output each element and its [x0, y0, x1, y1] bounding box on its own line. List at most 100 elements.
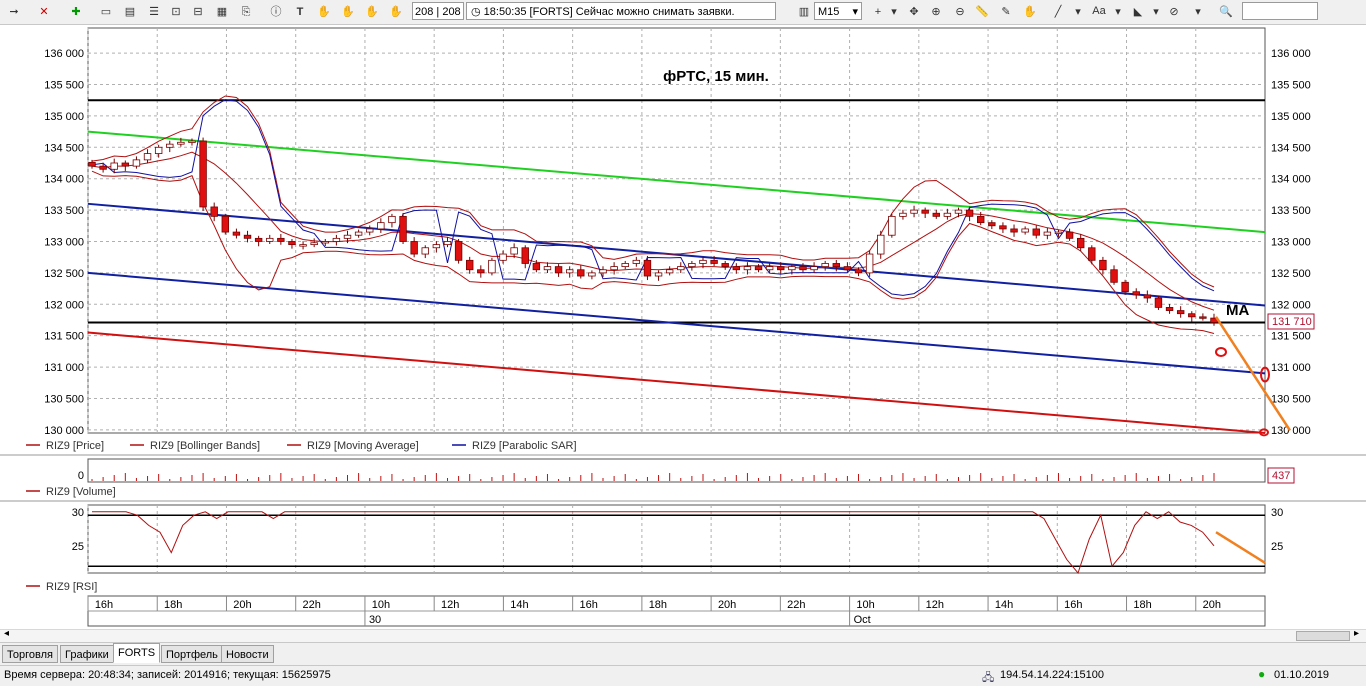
candle-body — [288, 241, 296, 246]
sell-icon[interactable]: ✋ — [362, 2, 382, 22]
fill-icon[interactable]: ◣ — [1128, 2, 1148, 22]
zoom-window-icon[interactable]: ⊡ — [166, 2, 186, 22]
table-icon[interactable]: ▦ — [212, 2, 232, 22]
time-tick-label: 16h — [579, 599, 597, 611]
horizontal-scrollbar[interactable]: ◂ ▸ — [0, 628, 1366, 642]
candle-body — [688, 263, 696, 268]
time-tick-label: 14h — [995, 599, 1013, 611]
price-tick-left: 130 500 — [44, 393, 84, 405]
candle-body — [410, 241, 418, 255]
candle-body — [243, 234, 252, 239]
zoom-out-icon[interactable]: ⊖ — [950, 2, 970, 22]
candle-body — [710, 259, 718, 264]
volume-value-label: 437 — [1272, 470, 1290, 482]
candle-body — [1165, 307, 1174, 311]
price-tick-left: 136 000 — [44, 48, 84, 60]
candle-body — [777, 266, 785, 271]
candle-body — [588, 272, 596, 277]
price-tick-right: 132 000 — [1271, 299, 1311, 311]
candle-body — [443, 241, 452, 246]
candle-body — [754, 266, 763, 271]
chevron-down-icon[interactable]: ▾ — [1108, 2, 1128, 22]
search-input[interactable] — [1242, 2, 1318, 20]
candle-body — [132, 159, 141, 167]
tab-charts[interactable]: Графики — [60, 645, 114, 663]
time-tick-label: 16h — [1064, 599, 1082, 611]
text-tool-icon[interactable]: T — [290, 2, 310, 22]
line-tool-icon[interactable]: ╱ — [1048, 2, 1068, 22]
candle-body — [1043, 231, 1052, 236]
visibility-icon[interactable]: ⊘ — [1164, 2, 1184, 22]
candle-body — [110, 162, 118, 170]
tab-news[interactable]: Новости — [221, 645, 274, 663]
pencil-icon[interactable]: ✎ — [996, 2, 1016, 22]
chart-svg[interactable]: 136 000 136 000 135 500 135 500 135 000 135 0… — [0, 25, 1366, 629]
tab-portfolio[interactable]: Портфель — [161, 645, 223, 663]
zoom-in-icon[interactable]: ⊕ — [926, 2, 946, 22]
hand-pan-icon[interactable]: ✋ — [1020, 2, 1040, 22]
info-icon[interactable]: ⓘ — [266, 2, 286, 22]
rsi-tick-right: 30 — [1271, 507, 1283, 519]
price-tick-right: 135 000 — [1271, 111, 1311, 123]
candle-body — [321, 241, 329, 244]
scroll-thumb[interactable] — [1296, 631, 1350, 641]
volume-tick: 0 — [78, 470, 84, 482]
chevron-down-icon[interactable]: ▾ — [884, 2, 904, 22]
hand-icon[interactable]: ✋ — [314, 2, 334, 22]
candle-body — [266, 237, 274, 242]
chevron-down-icon[interactable]: ▾ — [1146, 2, 1166, 22]
chart-type-icon[interactable]: ▥ — [794, 2, 814, 22]
candle-body — [177, 141, 185, 145]
time-tick-label: 16h — [95, 599, 113, 611]
tab-forts[interactable]: FORTS — [113, 643, 161, 663]
candle-body — [299, 244, 307, 247]
price-tick-left: 133 500 — [44, 205, 84, 217]
candle-body — [888, 215, 896, 236]
list-icon[interactable]: ☰ — [144, 2, 164, 22]
candle-body — [343, 234, 352, 239]
candle-body — [1076, 237, 1085, 249]
cancel-order-icon[interactable]: ✋ — [386, 2, 406, 22]
time-tick-label: 22h — [303, 599, 321, 611]
price-tick-left: 133 000 — [44, 236, 84, 248]
candle-body — [488, 259, 496, 274]
candle-body — [554, 266, 563, 274]
timeframe-select[interactable]: M15 ▾ — [814, 2, 862, 20]
time-tick-label: 10h — [856, 599, 874, 611]
magnify-window-icon[interactable]: ⊟ — [188, 2, 208, 22]
candle-body — [854, 269, 863, 274]
candle-body — [466, 259, 474, 271]
server-status-text: Время сервера: 20:48:34; записей: 201491… — [4, 669, 331, 681]
arrow-icon[interactable]: ➞ — [4, 2, 24, 22]
scroll-left-icon[interactable]: ◂ — [4, 628, 9, 639]
candle-body — [899, 212, 907, 217]
price-tick-left: 132 500 — [44, 268, 84, 280]
candle-body — [821, 263, 829, 268]
delete-icon[interactable]: ✕ — [34, 2, 54, 22]
time-tick-label: 20h — [233, 599, 251, 611]
export-icon[interactable]: ⎘ — [236, 2, 256, 22]
candle-body — [943, 212, 952, 217]
window-icon[interactable]: ▭ — [96, 2, 116, 22]
candle-body — [988, 222, 996, 227]
candle-body — [732, 266, 741, 271]
candle-body — [166, 143, 174, 148]
buy-icon[interactable]: ✋ — [338, 2, 358, 22]
move-icon[interactable]: ✥ — [904, 2, 924, 22]
candle-body — [632, 259, 641, 264]
candle-body — [1099, 259, 1107, 271]
chart-window-icon[interactable]: ▤ — [120, 2, 140, 22]
chevron-down-icon[interactable]: ▾ — [1068, 2, 1088, 22]
server-address: 194.54.14.224:15100 — [1000, 669, 1104, 681]
scroll-right-icon[interactable]: ▸ — [1354, 628, 1359, 639]
add-window-icon[interactable]: ✚ — [66, 2, 86, 22]
ruler-icon[interactable]: 📏 — [972, 2, 992, 22]
tab-trading[interactable]: Торговля — [2, 645, 58, 663]
date-label: 30 — [369, 614, 381, 626]
chevron-down-icon[interactable]: ▾ — [1188, 2, 1208, 22]
search-icon[interactable]: 🔍 — [1216, 2, 1236, 22]
font-button[interactable]: Aa — [1088, 2, 1110, 20]
price-tick-right: 134 500 — [1271, 142, 1311, 154]
candle-body — [199, 140, 207, 208]
candle-body — [221, 215, 230, 233]
